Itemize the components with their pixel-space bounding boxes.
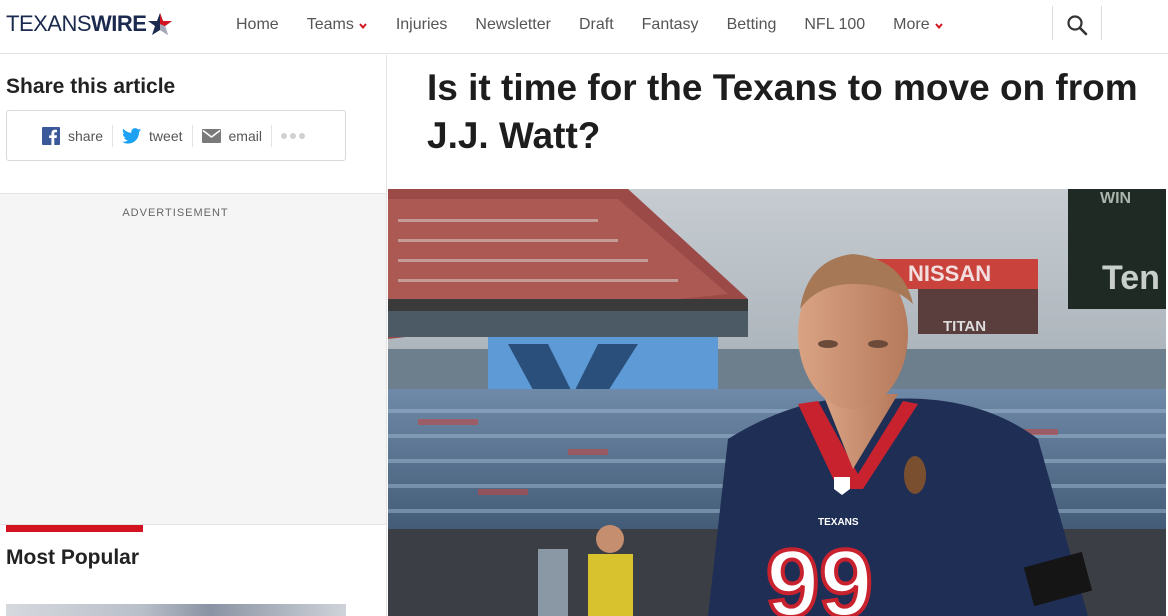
nav-item-newsletter[interactable]: Newsletter [461,16,565,34]
nav-item-injuries[interactable]: Injuries [382,16,462,34]
nav-item-fantasy[interactable]: Fantasy [628,16,713,34]
sidebar: Share this article share tweet email ADV… [0,55,387,616]
dot-icon [289,132,296,139]
share-twitter-label: tweet [149,127,183,144]
stadium-sign-text-2: TITAN [943,318,986,335]
section-accent-bar [6,525,143,532]
nav-divider [1052,6,1053,40]
chevron-down-icon [934,23,943,30]
share-facebook-label: share [68,127,104,144]
share-box: share tweet email [6,110,346,161]
advertisement-slot[interactable]: ADVERTISEMENT [0,194,386,524]
nav-item-label: Injuries [395,16,448,33]
search-icon [1067,15,1088,36]
twitter-icon [122,127,142,144]
nav-item-label: Teams [306,16,354,33]
hero-photo: NISSAN TITAN WIN Ten TEXANS 99 [388,189,1166,616]
stadium-sign-text: NISSAN [908,261,991,286]
more-share-button[interactable] [280,132,305,139]
jersey-team-text: TEXANS [818,517,859,528]
nav-item-label: NFL 100 [804,16,866,33]
nav-item-label: Newsletter [475,16,551,33]
star-icon [148,13,173,35]
share-email-label: email [228,127,262,144]
scoreboard-top-text: WIN [1100,190,1131,207]
nav-item-label: Home [236,16,279,33]
hero-image[interactable]: NISSAN TITAN WIN Ten TEXANS 99 [388,189,1166,616]
most-popular-title: Most Popular [6,546,140,569]
nav-item-betting[interactable]: Betting [713,16,791,34]
nav-item-label: Fantasy [641,16,699,33]
nav-item-more[interactable]: More [879,16,957,34]
site-logo[interactable]: TEXANSWIRE [6,9,173,39]
share-facebook-button[interactable]: share [42,124,114,147]
nav-divider [1101,6,1102,40]
scoreboard-text: Ten [1102,259,1160,297]
article-headline: Is it time for the Texans to move on fro… [427,67,1138,156]
dot-icon [280,132,287,139]
share-title: Share this article [6,75,176,98]
search-button[interactable] [1062,10,1092,40]
popular-article-thumbnail[interactable] [6,604,346,616]
nav-item-label: More [893,16,930,33]
share-twitter-button[interactable]: tweet [122,124,193,147]
email-icon [201,128,221,143]
dot-icon [298,132,305,139]
nav-item-label: Betting [726,16,777,33]
site-header: TEXANSWIRE Home Teams Injuries Newsletter Dr… [0,0,1168,54]
main-nav: Home Teams Injuries Newsletter Draft Fantasy B… [222,0,958,50]
nav-item-label: Draft [578,16,614,33]
nav-item-teams[interactable]: Teams [293,16,382,34]
jersey-number: 99 [766,530,873,616]
nav-item-draft[interactable]: Draft [565,16,628,34]
share-email-button[interactable]: email [201,124,272,147]
logo-text: TEXANSWIRE [6,11,147,36]
nav-item-home[interactable]: Home [222,16,293,34]
ad-label: ADVERTISEMENT [122,207,229,219]
facebook-icon [42,126,60,145]
nav-item-nfl-100[interactable]: NFL 100 [790,16,879,34]
chevron-down-icon [359,23,367,30]
